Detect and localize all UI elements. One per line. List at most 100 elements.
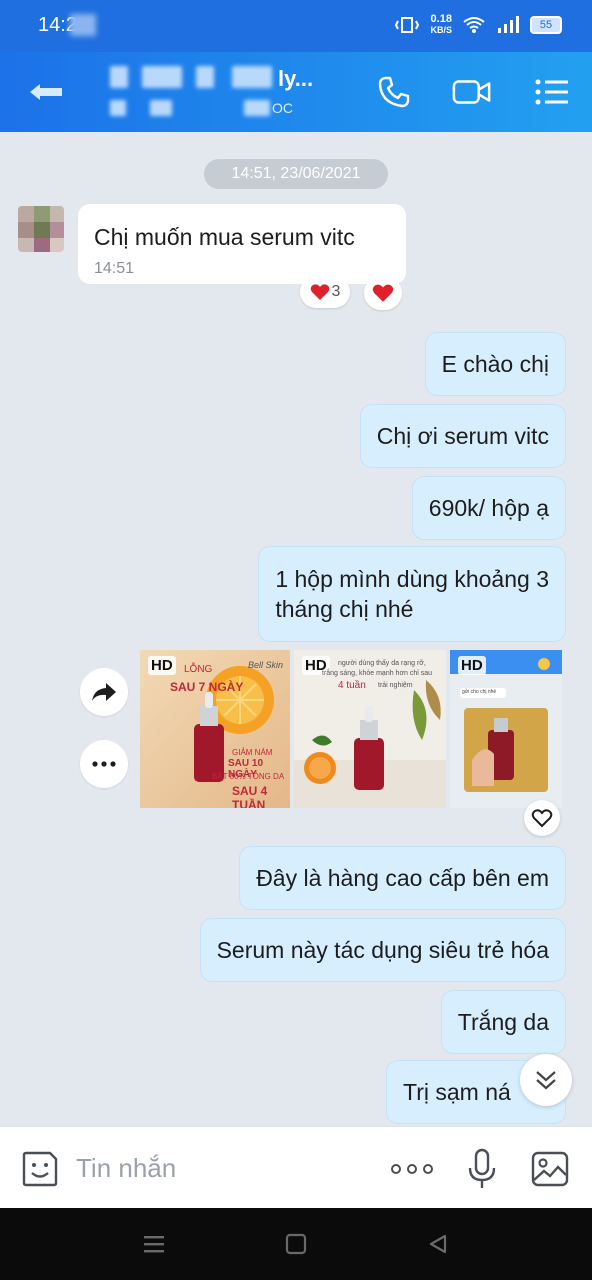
message-text: Serum này tác dụng siêu trẻ hóa: [216, 937, 549, 963]
image-thumbnail[interactable]: HD gửi cho chị nhé: [450, 650, 562, 808]
redaction-block: [150, 100, 172, 116]
call-button[interactable]: [374, 72, 414, 112]
scroll-to-bottom-button[interactable]: [520, 1054, 572, 1106]
signal-icon: [498, 16, 519, 33]
system-nav-bar: [0, 1208, 592, 1280]
hd-badge: HD: [148, 656, 176, 675]
image-caption: BẬT 80% TÔNG DA: [212, 772, 285, 781]
message-text: Chị ơi serum vitc: [376, 423, 549, 449]
more-actions-button[interactable]: [390, 1147, 434, 1191]
image-caption: SAU 7 NGÀY: [170, 680, 244, 694]
status-time-redaction: [70, 14, 96, 36]
outgoing-message[interactable]: Chị ơi serum vitc: [359, 404, 566, 468]
more-options-button[interactable]: [80, 740, 128, 788]
redaction-block: [232, 66, 272, 88]
voice-message-button[interactable]: [460, 1147, 504, 1191]
hd-badge: HD: [458, 656, 486, 675]
wifi-icon: [463, 17, 485, 33]
back-arrow-icon: [30, 84, 62, 100]
message-input[interactable]: Tin nhắn: [76, 1153, 176, 1184]
outgoing-message[interactable]: Trắng da: [440, 990, 566, 1054]
outgoing-message[interactable]: E chào chị: [424, 332, 566, 396]
sticker-icon: [22, 1151, 58, 1187]
image-signature: Bell Skin: [248, 660, 284, 670]
reaction-count: 3: [331, 283, 341, 300]
redaction-block: [110, 100, 126, 116]
forward-button[interactable]: [80, 668, 128, 716]
avatar-pixel: [50, 206, 64, 222]
microphone-icon: [468, 1148, 496, 1188]
avatar-pixel: [18, 238, 34, 252]
image-gallery-icon: [531, 1151, 569, 1187]
image-caption: gửi cho chị nhé: [462, 689, 497, 695]
redaction-block: [244, 100, 270, 116]
video-call-button[interactable]: [452, 72, 492, 112]
date-separator: 14:51, 23/06/2021: [204, 159, 388, 189]
contact-status: OC: [272, 100, 293, 116]
redaction-block: [110, 66, 128, 88]
redaction-block: [142, 66, 182, 88]
message-text: Đây là hàng cao cấp bên em: [256, 865, 549, 891]
outgoing-message[interactable]: Serum này tác dụng siêu trẻ hóa: [199, 918, 566, 982]
home-square-icon: [285, 1233, 307, 1255]
incoming-message[interactable]: Chị muốn mua serum vitc 14:51: [78, 204, 406, 284]
menu-list-icon: [535, 79, 568, 105]
network-speed-unit: KB/S: [430, 25, 452, 35]
outgoing-message[interactable]: 690k/ hộp ạ: [411, 476, 566, 540]
image-thumbnail[interactable]: HD người dùng thấy da rạng rỡ, trắng sán…: [294, 650, 446, 808]
double-chevron-down-icon: [536, 1071, 556, 1090]
image-caption: GIẢM NÁM: [232, 748, 273, 757]
recent-apps-button[interactable]: [136, 1228, 172, 1260]
react-heart-button[interactable]: [364, 276, 402, 310]
back-button[interactable]: [26, 76, 66, 108]
image-caption: SAU 4 TUẦN: [232, 784, 268, 808]
avatar-pixel: [34, 238, 50, 252]
image-thumbnail[interactable]: HD LỖNG SAU 7 NGÀY Bell Skin GIẢM NÁM SA…: [140, 650, 290, 808]
outgoing-message[interactable]: 1 hộp mình dùng khoảng 3 tháng chị nhé: [258, 546, 566, 642]
image-caption: LỖNG: [184, 664, 213, 675]
system-back-button[interactable]: [420, 1228, 456, 1260]
network-speed: 0.18 KB/S: [430, 14, 452, 36]
back-triangle-icon: [429, 1234, 447, 1254]
image-caption: trải nghiệm: [378, 682, 413, 689]
heart-icon: [372, 284, 394, 302]
status-icons: 0.18 KB/S 55: [394, 14, 562, 36]
status-bar: 14:2 0.18 KB/S 55: [0, 0, 592, 52]
message-text: Trắng da: [457, 1009, 549, 1035]
home-button[interactable]: [278, 1228, 314, 1260]
avatar[interactable]: [18, 206, 64, 252]
chat-header: ly... OC: [0, 52, 592, 132]
message-text: Trị sạm ná: [403, 1079, 511, 1105]
gallery-button[interactable]: [528, 1147, 572, 1191]
message-text-line: tháng chị nhé: [275, 596, 414, 622]
heart-outline-icon: [531, 809, 553, 828]
message-text: Chị muốn mua serum vitc: [94, 224, 355, 250]
outgoing-message[interactable]: Đây là hàng cao cấp bên em: [239, 846, 566, 910]
image-caption: trắng sáng, khỏe mạnh hơn chỉ sau: [322, 670, 433, 677]
message-time: 14:51: [94, 260, 135, 277]
more-dots-icon: [92, 761, 116, 767]
network-speed-value: 0.18: [430, 13, 452, 25]
menu-button[interactable]: [532, 72, 572, 112]
avatar-pixel: [18, 222, 34, 238]
avatar-pixel: [34, 206, 50, 222]
avatar-pixel: [50, 222, 64, 238]
avatar-pixel: [34, 222, 50, 238]
contact-name: ly...: [278, 66, 314, 91]
chat-area[interactable]: 14:51, 23/06/2021 Chị muốn mua serum vit…: [0, 132, 592, 1126]
heart-icon: [310, 284, 329, 300]
avatar-pixel: [50, 238, 64, 252]
more-dots-icon: [391, 1164, 433, 1174]
message-text: 690k/ hộp ạ: [428, 495, 549, 521]
message-text: E chào chị: [441, 351, 549, 377]
message-text-line: 1 hộp mình dùng khoảng 3: [275, 566, 549, 592]
sticker-button[interactable]: [18, 1147, 62, 1191]
battery-icon: 55: [530, 16, 562, 34]
image-caption: người dùng thấy da rạng rỡ,: [338, 660, 426, 667]
react-image-button[interactable]: [524, 800, 560, 836]
video-call-icon: [452, 80, 491, 104]
reaction-summary[interactable]: 3: [300, 276, 350, 308]
menu-lines-icon: [144, 1236, 164, 1253]
share-arrow-icon: [92, 683, 116, 701]
vibrate-icon: [395, 17, 420, 33]
